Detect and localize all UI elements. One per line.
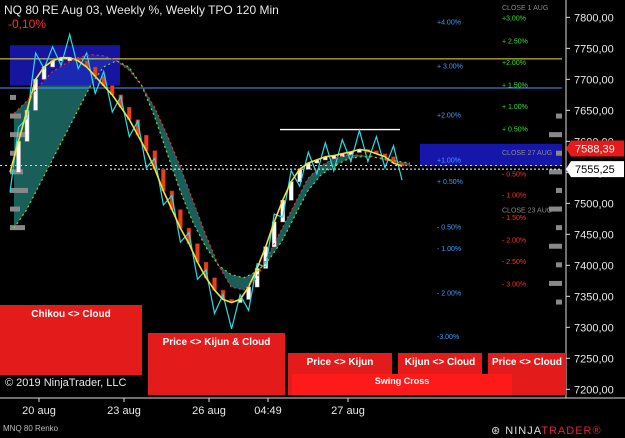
daily-level-label: - 0.50% — [502, 172, 526, 179]
daily-level-label: CLOSE 23 AUG — [502, 208, 552, 215]
daily-level-label: - 2.50% — [502, 259, 526, 266]
y-tick-label: 7500,00 — [574, 198, 614, 210]
volume-profile-bar — [549, 280, 562, 286]
signal-label: Swing Cross — [374, 376, 430, 386]
daily-level-label: - 3.00% — [502, 281, 526, 288]
ninjatrader-logo: ⊛ NINJATRADER® — [491, 424, 602, 437]
signal-price-kijun-cloud: Price <> Kijun & Cloud — [148, 333, 285, 395]
volume-profile-bar — [10, 187, 28, 193]
volume-profile-bar — [549, 132, 562, 138]
weekly-level-label: +4.00% — [437, 20, 461, 27]
weekly-level-label: - 0.50% — [437, 224, 461, 231]
logo-icon: ⊛ — [491, 425, 506, 437]
y-tick-label: 7400,00 — [574, 260, 614, 272]
volume-profile-bar — [556, 299, 562, 305]
volume-profile-bar — [10, 206, 20, 212]
volume-profile-bar — [10, 225, 25, 231]
volume-profile-bar — [556, 150, 562, 156]
signal-label: Price <> Kijun & Cloud — [162, 337, 271, 348]
signal-swing-cross: Swing Cross — [292, 374, 512, 395]
weekly-level-label: + 3.00% — [437, 64, 463, 71]
x-tick-label: 04:49 — [254, 405, 282, 417]
volume-profile-bar — [556, 187, 562, 193]
y-tick-label: 7300,00 — [574, 322, 614, 334]
weekly-level-label: - 1.00% — [437, 246, 461, 253]
signal-label: Kijun <> Cloud — [404, 357, 476, 368]
x-tick-label: 23 aug — [107, 405, 141, 417]
signal-chikou-cloud: Chikou <> Cloud — [0, 305, 142, 375]
volume-profile-bar — [10, 94, 16, 100]
daily-level-label: CLOSE 1 AUG — [502, 5, 548, 12]
change-percent: -0,10% — [8, 17, 47, 31]
daily-level-label: +3,00% — [502, 15, 526, 22]
daily-level-label: - 1.50% — [502, 215, 526, 222]
signal-label: Price <> Kijun — [306, 357, 374, 368]
volume-profile-bar — [549, 169, 562, 175]
daily-level-label: - 2.00% — [502, 237, 526, 244]
logo-suffix: TRADER® — [541, 425, 602, 437]
y-tick-label: 7750,00 — [574, 43, 614, 55]
volume-profile-bar — [10, 113, 21, 119]
daily-level-label: +2.00% — [502, 60, 526, 67]
daily-level-label: + 1.00% — [502, 104, 528, 111]
volume-profile-bar — [556, 262, 562, 268]
weekly-level-label: - 2.00% — [437, 291, 461, 298]
logo-prefix: NINJA — [505, 425, 542, 437]
daily-level-label: + 1.50% — [502, 82, 528, 89]
signal-label: Price <> Cloud — [491, 357, 563, 368]
y-tick-label: 7450,00 — [574, 229, 614, 241]
x-tick-label: 20 aug — [22, 405, 56, 417]
price-flag-label: 7588,39 — [575, 144, 615, 156]
chart-title: NQ 80 RE Aug 03, Weekly %, Weekly TPO 12… — [4, 3, 279, 17]
weekly-level-label: +1.00% — [437, 157, 461, 164]
y-tick-label: 7200,00 — [574, 384, 614, 396]
copyright-text: © 2019 NinjaTrader, LLC — [5, 377, 127, 389]
x-tick-label: 27 aug — [331, 405, 365, 417]
volume-profile-bar — [556, 113, 562, 119]
volume-profile-bar — [556, 225, 562, 231]
daily-level-label: + 0.50% — [502, 126, 528, 133]
y-tick-label: 7700,00 — [574, 74, 614, 86]
weekly-level-label: -3.00% — [437, 334, 459, 341]
volume-profile-bar — [549, 243, 562, 249]
chart-window: { "header": { "title": "NQ 80 RE Aug 03,… — [0, 0, 625, 438]
daily-level-label: CLOSE 27 AUG — [502, 150, 552, 157]
price-flag-label: 7555,25 — [575, 164, 615, 176]
x-tick-label: 26 aug — [192, 405, 226, 417]
y-tick-label: 7350,00 — [574, 291, 614, 303]
y-tick-label: 7650,00 — [574, 105, 614, 117]
daily-level-label: - 1.00% — [502, 193, 526, 200]
signal-label: Chikou <> Cloud — [31, 309, 111, 320]
ichimoku-cloud — [14, 54, 410, 291]
y-tick-label: 7250,00 — [574, 353, 614, 365]
weekly-level-label: + 0.50% — [437, 179, 463, 186]
weekly-level-label: +2.00% — [437, 113, 461, 120]
instrument-label: MNQ 80 Renko — [3, 424, 59, 433]
y-tick-label: 7800,00 — [574, 12, 614, 24]
daily-level-label: + 2.50% — [502, 38, 528, 45]
